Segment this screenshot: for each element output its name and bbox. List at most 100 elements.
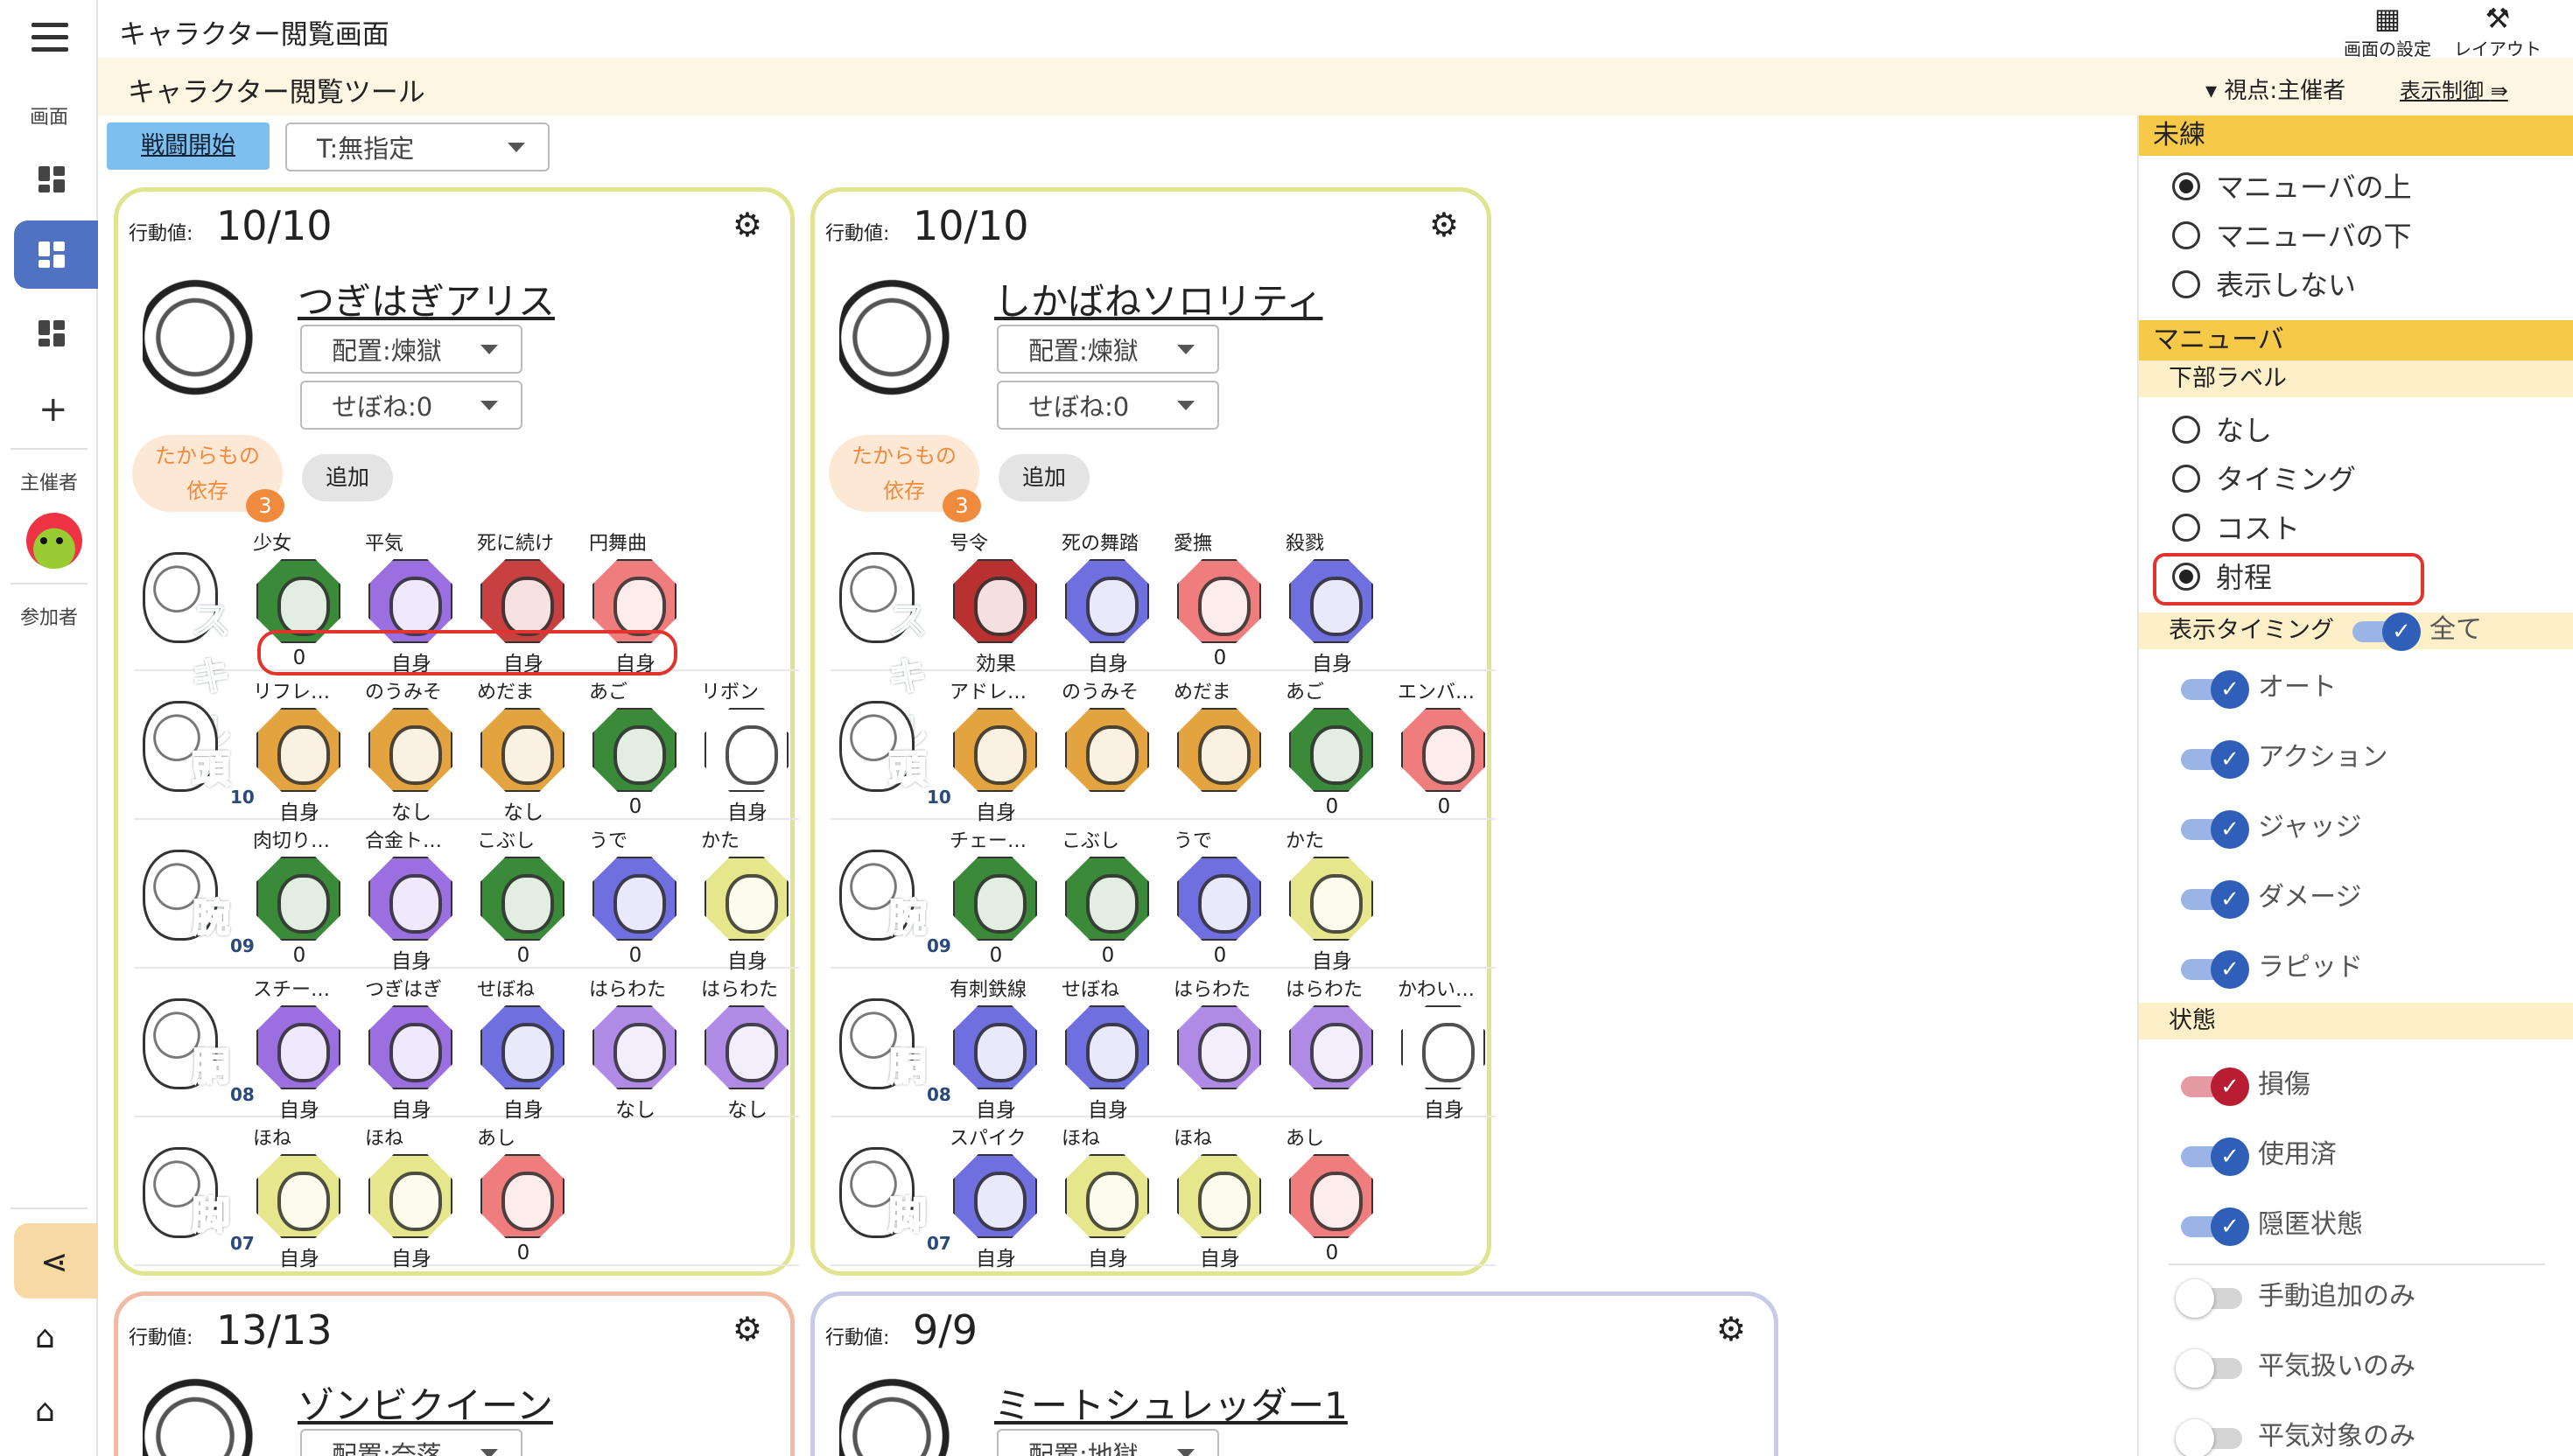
display-control-link[interactable]: 表示制御 ⇛	[2400, 74, 2508, 104]
radio-unused-below[interactable]: マニューバの下	[2172, 219, 2412, 254]
maneuver-part[interactable]: チェー… 0	[948, 822, 1044, 969]
maneuver-part[interactable]: ほね 自身	[363, 1119, 459, 1270]
toggle-timing-all[interactable]: ✓ 全て	[2352, 611, 2482, 651]
add-icon[interactable]: +	[39, 392, 68, 427]
toggle-state[interactable]: ✓ 平気扱いのみ	[2176, 1348, 2415, 1388]
toggle-label: 平気対象のみ	[2258, 1421, 2415, 1452]
radio-label-timing[interactable]: タイミング	[2172, 462, 2356, 497]
host-avatar[interactable]	[26, 513, 82, 569]
maneuver-part[interactable]: せぼね 自身	[1060, 970, 1156, 1122]
maneuver-part[interactable]: めだま なし	[475, 673, 571, 824]
add-button[interactable]: 追加	[999, 454, 1090, 501]
toggle-timing[interactable]: ✓ ダメージ	[2181, 878, 2362, 919]
gear-icon[interactable]: ⚙	[1716, 1310, 1746, 1348]
sebone-select[interactable]: せぼね:0	[300, 381, 522, 430]
start-battle-button[interactable]: 戦闘開始	[107, 122, 270, 170]
rail-item-active[interactable]	[14, 220, 98, 289]
part-name: 号令	[950, 533, 989, 555]
home-network-icon[interactable]: ⌂	[35, 1320, 55, 1355]
part-range: 0	[989, 944, 1003, 967]
maneuver-part[interactable]: 死の舞踏 自身	[1060, 524, 1156, 676]
maneuver-part[interactable]: かわい… 自身	[1396, 970, 1492, 1122]
part-icon	[1289, 1154, 1373, 1238]
gear-icon[interactable]: ⚙	[733, 206, 762, 244]
placement-select[interactable]: 配置:煉獄	[300, 325, 522, 374]
maneuver-part[interactable]: つぎはぎ 自身	[363, 970, 459, 1122]
maneuver-part[interactable]: 合金ト… 自身	[363, 822, 459, 973]
character-name[interactable]: しかばねソロリティ	[994, 272, 1322, 326]
add-button[interactable]: 追加	[302, 454, 393, 501]
chevron-down-icon	[1177, 345, 1195, 354]
maneuver-part[interactable]: めだま	[1172, 673, 1268, 820]
radio-unused-hide[interactable]: 表示しない	[2172, 268, 2356, 303]
placement-select[interactable]: 配置:地獄	[997, 1429, 1219, 1456]
maneuver-part[interactable]: あご 0	[587, 673, 684, 820]
maneuver-part[interactable]: アドレ… 自身	[948, 673, 1044, 824]
toggle-state[interactable]: ✓ 損傷	[2181, 1066, 2310, 1106]
maneuver-part[interactable]: あご 0	[1284, 673, 1380, 820]
maneuver-part[interactable]: リフレ… 自身	[251, 673, 347, 824]
layout-button[interactable]: ⚒ レイアウト	[2445, 0, 2550, 60]
character-name[interactable]: ゾンビクイーン	[298, 1376, 553, 1430]
maneuver-part[interactable]: うで 0	[587, 822, 684, 969]
radio-label-none[interactable]: なし	[2172, 413, 2272, 448]
maneuver-part[interactable]: あし 0	[1284, 1119, 1380, 1266]
maneuver-part[interactable]: スチー… 自身	[251, 970, 347, 1122]
maneuver-part[interactable]: スパイク 自身	[948, 1119, 1044, 1270]
toggle-timing[interactable]: ✓ オート	[2181, 668, 2337, 709]
maneuver-part[interactable]: こぶし 0	[475, 822, 571, 969]
radio-unused-above[interactable]: マニューバの上	[2172, 170, 2412, 205]
maneuver-part[interactable]: かた 自身	[699, 822, 796, 973]
dashboard-icon[interactable]	[39, 320, 65, 346]
rail-section-screen: 画面	[29, 107, 68, 129]
maneuver-part[interactable]: うで 0	[1172, 822, 1268, 969]
maneuver-part[interactable]: 肉切り… 0	[251, 822, 347, 969]
share-button[interactable]: ⋖	[14, 1223, 98, 1298]
rail-section-participants: 参加者	[19, 607, 78, 629]
maneuver-part[interactable]: はらわた	[1172, 970, 1268, 1117]
maneuver-part[interactable]: 号令 効果	[948, 524, 1044, 676]
toggle-state[interactable]: ✓ 使用済	[2181, 1136, 2337, 1176]
sebone-select[interactable]: せぼね:0	[997, 381, 1219, 430]
toggle-state[interactable]: ✓ 隠匿状態	[2181, 1206, 2363, 1246]
maneuver-part[interactable]: せぼね 自身	[475, 970, 571, 1122]
chevron-down-icon	[1177, 401, 1195, 410]
maneuver-part[interactable]: 殺戮 自身	[1284, 524, 1380, 676]
maneuver-part[interactable]: はらわた なし	[587, 970, 684, 1122]
maneuver-part[interactable]: エンバ… 0	[1396, 673, 1492, 820]
maneuver-part[interactable]: のうみそ なし	[363, 673, 459, 824]
placement-select[interactable]: 配置:奈落	[300, 1429, 522, 1456]
part-name: あご	[1286, 682, 1325, 704]
sebone-value: せぼね:0	[1028, 392, 1130, 422]
maneuver-part[interactable]: はらわた なし	[699, 970, 796, 1122]
maneuver-part[interactable]: のうみそ	[1060, 673, 1156, 820]
character-name[interactable]: つぎはぎアリス	[298, 272, 555, 326]
hamburger-menu-icon[interactable]	[32, 23, 68, 52]
maneuver-part[interactable]: 有刺鉄線 自身	[948, 970, 1044, 1122]
toggle-timing[interactable]: ✓ ジャッジ	[2181, 808, 2362, 849]
timing-select[interactable]: T:無指定	[285, 122, 550, 172]
placement-select[interactable]: 配置:煉獄	[997, 325, 1219, 374]
home-icon[interactable]: ⌂	[35, 1393, 55, 1429]
maneuver-part[interactable]: あし 0	[475, 1119, 571, 1266]
maneuver-part[interactable]: かた 自身	[1284, 822, 1380, 973]
gear-icon[interactable]: ⚙	[1429, 206, 1459, 244]
maneuver-part[interactable]: はらわた	[1284, 970, 1380, 1117]
maneuver-part[interactable]: こぶし 0	[1060, 822, 1156, 969]
toggle-timing[interactable]: ✓ アクション	[2181, 738, 2388, 779]
character-name[interactable]: ミートシュレッダー1	[994, 1376, 1348, 1430]
maneuver-part[interactable]: 愛撫 0	[1172, 524, 1268, 671]
gear-icon[interactable]: ⚙	[733, 1310, 762, 1348]
toggle-state[interactable]: ✓ 平気対象のみ	[2176, 1418, 2415, 1456]
maneuver-part[interactable]: ほね 自身	[1060, 1119, 1156, 1270]
toggle-timing[interactable]: ✓ ラピッド	[2181, 948, 2363, 989]
maneuver-part[interactable]: リボン 自身	[699, 673, 796, 824]
toggle-state[interactable]: ✓ 手動追加のみ	[2176, 1278, 2415, 1318]
part-range: 0	[516, 1242, 530, 1264]
dashboard-icon[interactable]	[39, 166, 65, 192]
radio-label-cost[interactable]: コスト	[2172, 511, 2300, 546]
screen-settings-button[interactable]: ▦ 画面の設定	[2335, 0, 2440, 60]
maneuver-part[interactable]: ほね 自身	[251, 1119, 347, 1270]
maneuver-part[interactable]: ほね 自身	[1172, 1119, 1268, 1270]
viewpoint-selector[interactable]: ▾ 視点:主催者	[2205, 73, 2345, 105]
